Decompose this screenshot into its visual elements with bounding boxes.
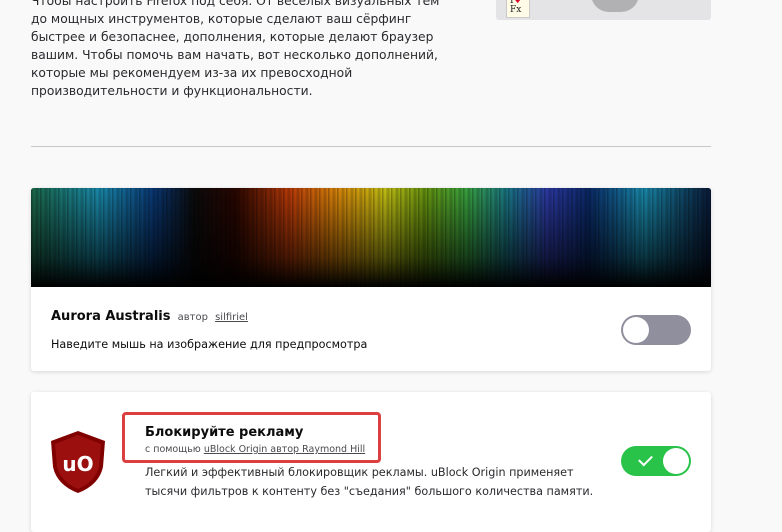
theme-card-aurora: Aurora Australis автор silfiriel Наведит… [31,188,711,371]
note-text-fx: Fx [510,5,522,15]
theme-author-prefix: автор [177,312,208,323]
ublock-icon-text: uO [62,452,93,476]
highlight-annotation-box [122,412,381,463]
theme-description: Наведите мышь на изображение для предпро… [51,338,368,351]
section-divider [31,146,711,147]
toggle-knob [663,448,689,474]
theme-author-link[interactable]: silfiriel [215,312,248,323]
theme-install-toggle[interactable] [621,315,691,345]
checkmark-icon [638,451,653,467]
intro-illustration: I♥ Fx [496,0,711,20]
monitor-stand-icon [591,0,639,12]
sticky-note: I♥ Fx [506,0,530,18]
theme-title: Aurora Australis [51,309,171,324]
extension-description: Легкий и эффективный блокировщик рекламы… [145,466,594,498]
theme-preview-image[interactable] [31,188,711,287]
intro-text: Чтобы настроить Firefox под себя. От вес… [31,0,440,98]
ublock-origin-icon: uO [51,431,105,493]
toggle-knob [623,317,649,343]
extension-install-toggle[interactable] [621,446,691,476]
